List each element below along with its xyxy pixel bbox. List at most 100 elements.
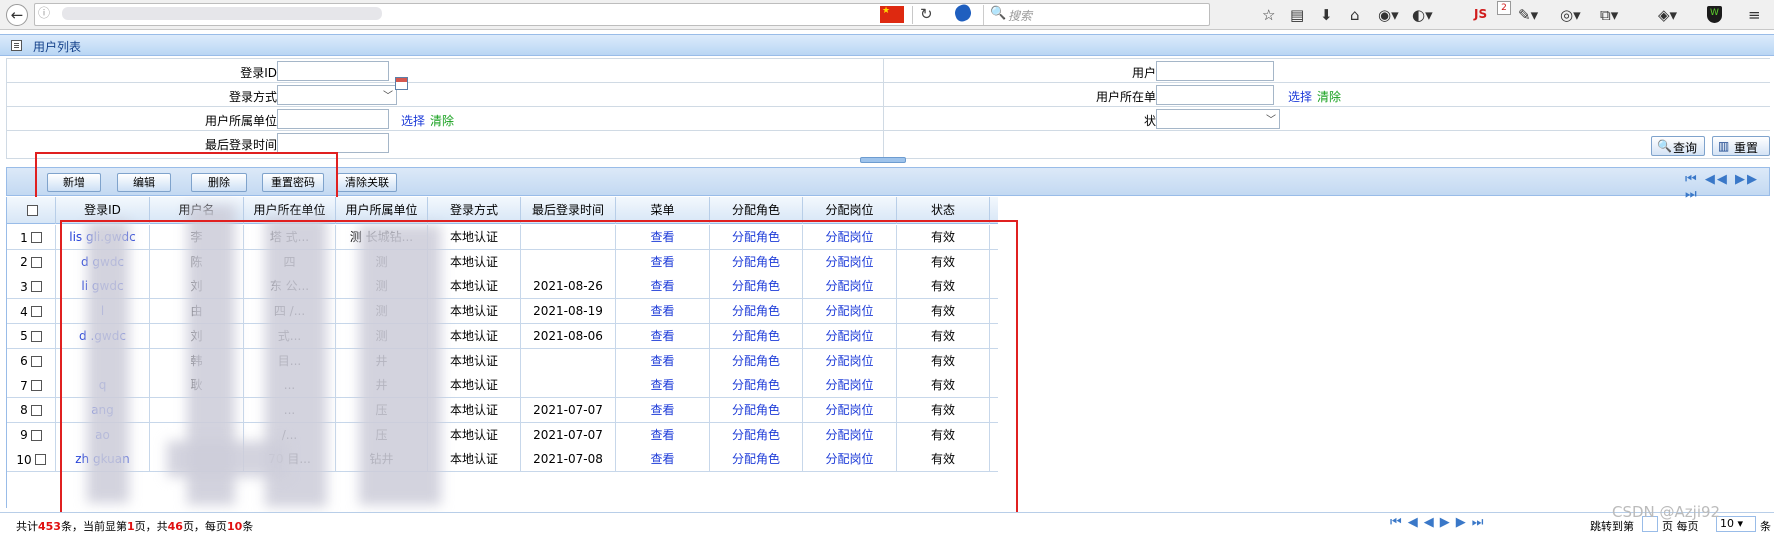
pager-top[interactable]: ⏮ ◀◀ ▶▶ ⏭ (1685, 172, 1769, 202)
search-icon: 🔍 (990, 6, 1007, 21)
row-checkbox[interactable] (30, 380, 42, 392)
clear-assoc-button[interactable]: 清除关联 (337, 173, 397, 192)
chevron-down-icon: ﹀ (1266, 115, 1276, 126)
reader-icon[interactable]: ▤ (1290, 5, 1304, 25)
row-checkbox[interactable] (30, 256, 42, 268)
separator (912, 6, 913, 24)
row-index: 8 (20, 403, 28, 418)
search-form: 登录ID 用户名 登录方式 ﹀ 用户所在单位 选择 清除 用户所属单位 选择 清… (6, 58, 1770, 159)
login-method-label: 登录方式 (228, 90, 277, 104)
per-page-value: 10 (1720, 517, 1734, 530)
reload-icon[interactable]: ↻ (920, 5, 933, 23)
per-page-tail-text: 条 (1760, 520, 1771, 533)
menu-icon[interactable]: ≡ (1748, 5, 1761, 25)
extension-icon[interactable]: ✎▾ (1518, 5, 1538, 25)
row-index: 9 (20, 428, 28, 443)
row-checkbox[interactable] (30, 232, 42, 243)
summary-text: 条 (242, 520, 254, 533)
row-select-cell[interactable]: 7 (7, 373, 56, 398)
color-icon[interactable]: ◈▾ (1658, 5, 1677, 25)
summary-text: 页，共 (134, 520, 168, 533)
row-index: 1 (20, 230, 28, 245)
shield-icon[interactable]: W (1707, 6, 1722, 23)
select-belong-unit-link[interactable]: 选择 (401, 112, 425, 129)
row-index: 5 (20, 329, 28, 344)
user-unit-input[interactable] (1156, 85, 1274, 105)
form-row: 登录ID 用户名 (6, 58, 1770, 82)
list-icon (11, 40, 22, 51)
row-index: 7 (20, 378, 28, 393)
row-select-cell[interactable]: 3 (7, 274, 56, 299)
back-icon[interactable]: ← (6, 4, 28, 26)
status-select[interactable]: ﹀ (1156, 109, 1280, 129)
total-count: 453 (38, 520, 61, 533)
watermark: CSDN @Azji92 (1612, 503, 1721, 521)
login-id-input[interactable] (277, 61, 389, 81)
search-placeholder: 搜索 (1008, 9, 1033, 23)
row-checkbox[interactable] (34, 454, 46, 466)
addon-red-icon[interactable]: ◎▾ (1560, 5, 1581, 25)
row-checkbox[interactable] (30, 404, 42, 416)
info-icon[interactable]: ⓘ (38, 4, 50, 21)
clear-unit-link[interactable]: 清除 (1317, 88, 1341, 105)
browser-search-input[interactable]: 🔍 搜索 (983, 5, 1251, 25)
reset-button-label: 重置 (1734, 141, 1759, 155)
row-select-cell[interactable]: 8 (7, 397, 56, 422)
row-checkbox[interactable] (30, 306, 42, 318)
current-page: 1 (126, 520, 135, 533)
search-icon: 🔍 (1657, 139, 1672, 153)
reset-button[interactable]: ▥ 重置 (1712, 136, 1770, 156)
panel-header: 用户列表 (0, 34, 1774, 56)
jump-text: 跳转到第 (1590, 520, 1634, 533)
user-unit-label: 用户所在单位 (1095, 90, 1168, 104)
panel-title: 用户列表 (33, 40, 82, 54)
row-index: 2 (20, 255, 28, 270)
query-button-label: 查询 (1673, 141, 1698, 155)
download-icon[interactable]: ⬇ (1320, 5, 1333, 25)
user-belong-unit-input[interactable] (277, 109, 389, 129)
window-icon[interactable]: ⧉▾ (1600, 5, 1618, 25)
clear-belong-unit-link[interactable]: 清除 (430, 112, 454, 129)
flag-icon (880, 6, 904, 23)
row-checkbox[interactable] (30, 355, 42, 367)
last-login-input[interactable] (277, 133, 389, 153)
pager-bottom[interactable]: ⏮◀◀▶▶⏭ (1390, 515, 1489, 530)
select-unit-link[interactable]: 选择 (1288, 88, 1312, 105)
calendar-icon[interactable] (395, 77, 408, 90)
row-checkbox[interactable] (30, 330, 42, 342)
palette-icon[interactable]: ◐▾ (1412, 5, 1433, 25)
row-index: 10 (16, 452, 32, 467)
row-index: 6 (20, 354, 28, 368)
select-all-header[interactable] (7, 197, 56, 224)
collapse-handle[interactable] (860, 157, 906, 163)
js-icon[interactable]: JS (1474, 7, 1487, 21)
row-select-cell[interactable]: 10 (7, 447, 56, 472)
login-method-select[interactable]: ﹀ (277, 85, 397, 105)
summary-text: 页，每页 (182, 520, 227, 533)
username-input[interactable] (1156, 61, 1274, 81)
row-select-cell[interactable]: 1 (7, 225, 56, 249)
row-checkbox[interactable] (30, 281, 42, 293)
row-select-cell[interactable]: 9 (7, 422, 56, 447)
per-page-select[interactable]: 10 ▾ (1716, 516, 1756, 532)
select-all-checkbox[interactable] (27, 205, 38, 216)
user-belong-unit-label: 用户所属单位 (204, 114, 277, 128)
row-checkbox[interactable] (30, 429, 42, 441)
username-label: 用户名 (1131, 66, 1168, 80)
js-count-badge: 2 (1497, 1, 1511, 15)
chevron-down-icon: ﹀ (383, 91, 393, 102)
row-select-cell[interactable]: 5 (7, 323, 56, 348)
status-label: 状态 (908, 112, 1168, 129)
star-icon[interactable]: ☆ (1262, 5, 1275, 25)
globe-icon[interactable]: ◉▾ (1378, 5, 1399, 25)
row-select-cell[interactable]: 2 (7, 249, 56, 274)
login-id-label: 登录ID (240, 66, 277, 80)
per-page-count: 10 (226, 520, 243, 533)
query-button[interactable]: 🔍 查询 (1651, 136, 1705, 156)
summary-text: 条，当前显第 (60, 520, 127, 533)
row-select-cell[interactable]: 4 (7, 299, 56, 324)
grid-footer: 共计453条，当前显第1页，共46页，每页10条 ⏮◀◀▶▶⏭ 跳转到第 页 每… (0, 512, 1774, 535)
home-icon[interactable]: ⌂ (1350, 5, 1360, 25)
row-select-cell[interactable]: 6 (7, 348, 56, 373)
per-page-tail: 条 (1760, 518, 1771, 534)
